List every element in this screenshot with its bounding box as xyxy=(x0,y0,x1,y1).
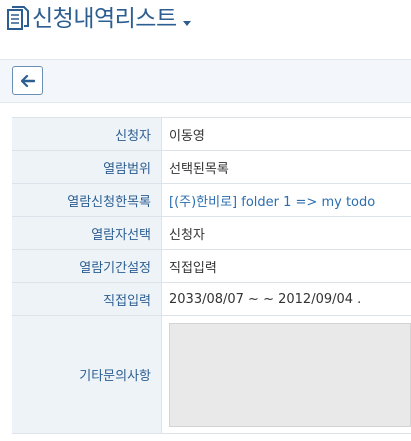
applicant-label: 신청자 xyxy=(12,118,162,150)
direct-input-label: 직접입력 xyxy=(12,283,162,315)
other-inquiry-cell xyxy=(162,316,411,433)
scope-value: 선택된목록 xyxy=(169,161,229,177)
request-list-label: 열람신청한목록 xyxy=(12,184,162,216)
applicant-value: 이동영 xyxy=(169,128,205,144)
form-row-request-list: 열람신청한목록 [(주)한비로] folder 1 => my todo xyxy=(12,184,411,217)
other-inquiry-label: 기타문의사항 xyxy=(12,316,162,433)
form-row-viewer-select: 열람자선택 신청자 xyxy=(12,217,411,250)
direct-input-value: 2033/08/07 ~ ~ 2012/09/04 . xyxy=(169,291,362,307)
viewer-select-label: 열람자선택 xyxy=(12,217,162,249)
form-row-other-inquiry: 기타문의사항 xyxy=(12,316,411,434)
back-button[interactable] xyxy=(12,66,43,95)
request-list-link[interactable]: [(주)한비로] folder 1 => my todo xyxy=(162,184,411,216)
document-icon xyxy=(7,6,29,30)
page-title: 신청내역리스트 xyxy=(32,6,177,32)
period-setting-value: 직접입력 xyxy=(169,260,217,276)
request-detail-form: 신청자 이동영 열람범위 선택된목록 열람신청한목록 [(주)한비로] fold… xyxy=(12,117,411,434)
title-dropdown[interactable]: 신청내역리스트 xyxy=(7,4,191,34)
form-row-scope: 열람범위 선택된목록 xyxy=(12,151,411,184)
form-row-period-setting: 열람기간설정 직접입력 xyxy=(12,250,411,283)
form-row-direct-input: 직접입력 2033/08/07 ~ ~ 2012/09/04 . xyxy=(12,283,411,316)
page-header: 신청내역리스트 xyxy=(0,0,411,46)
scope-label: 열람범위 xyxy=(12,151,162,183)
period-setting-label: 열람기간설정 xyxy=(12,250,162,282)
arrow-left-icon xyxy=(20,74,35,87)
chevron-down-icon[interactable] xyxy=(182,20,191,26)
other-inquiry-textarea[interactable] xyxy=(169,323,411,427)
toolbar xyxy=(0,59,411,103)
viewer-select-value: 신청자 xyxy=(169,227,205,243)
form-row-applicant: 신청자 이동영 xyxy=(12,118,411,151)
